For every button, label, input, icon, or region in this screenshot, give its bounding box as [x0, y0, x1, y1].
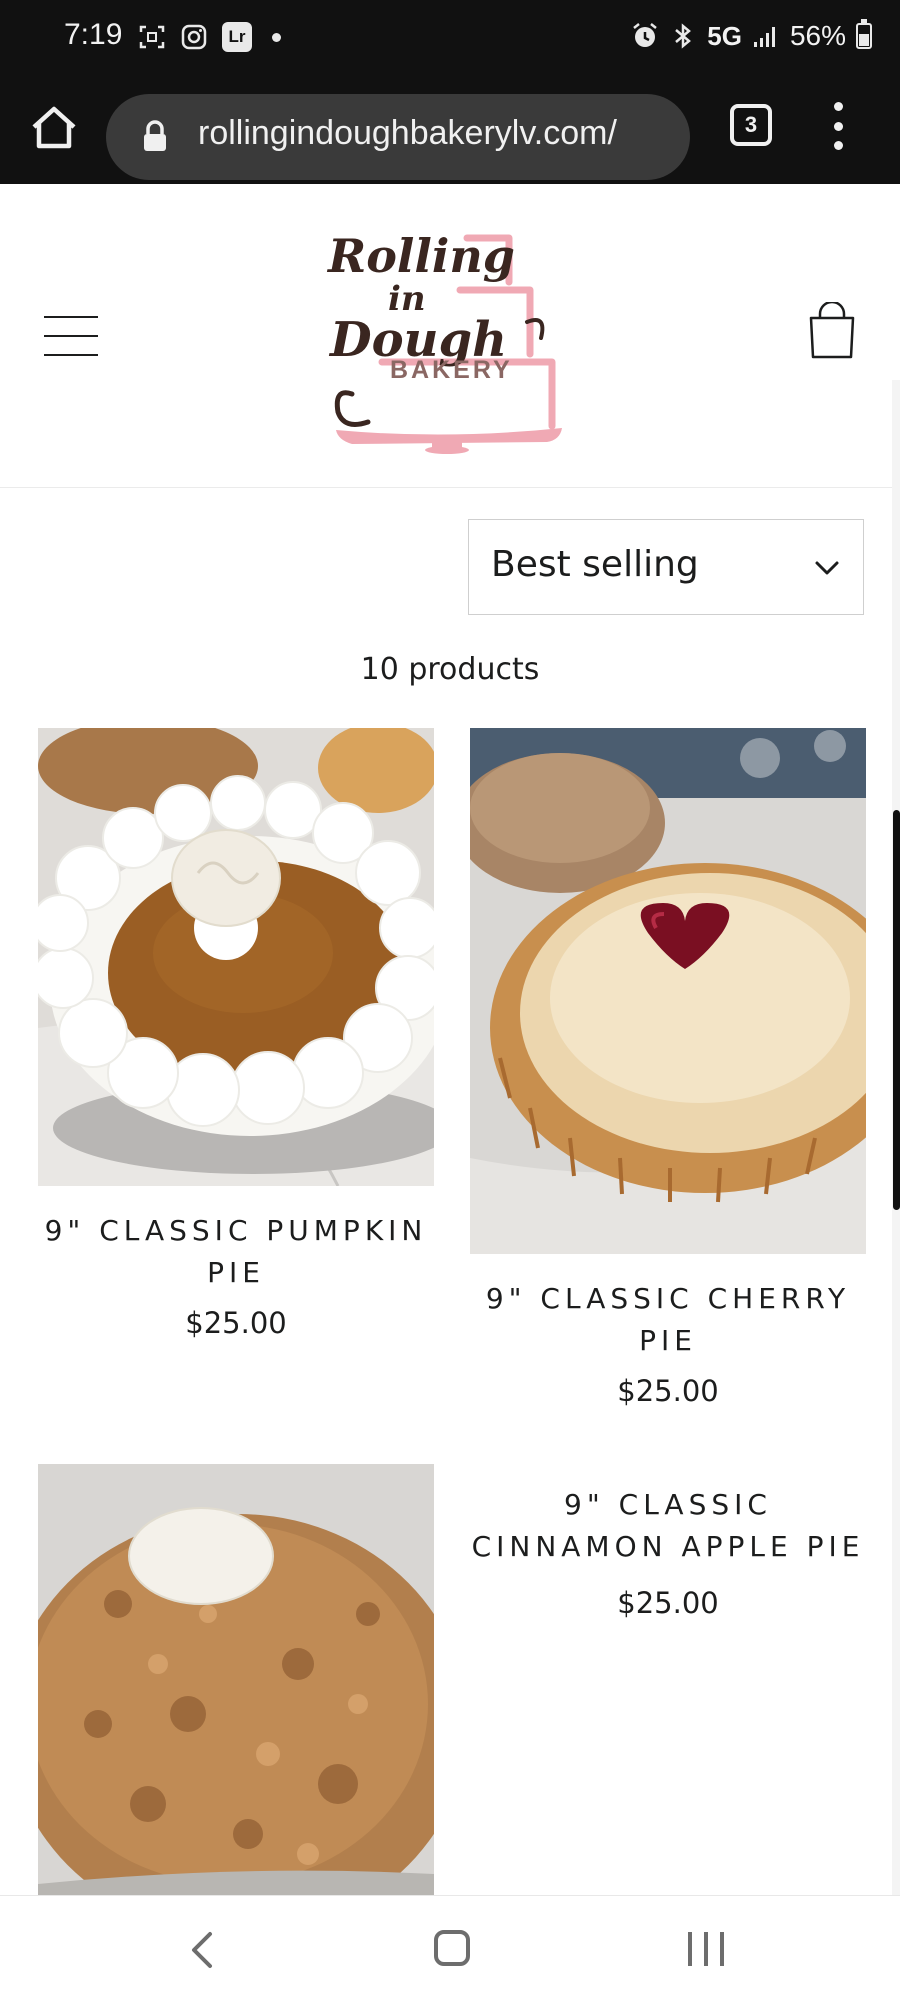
- browser-home-button[interactable]: [26, 100, 82, 156]
- browser-menu-button[interactable]: [822, 102, 854, 150]
- sort-selected-label: Best selling: [491, 544, 699, 585]
- shopping-bag-icon[interactable]: [806, 300, 858, 360]
- bakery-logo[interactable]: Rolling in Dough BAKERY: [322, 218, 572, 454]
- lightroom-icon: Lr: [222, 22, 252, 52]
- product-card[interactable]: [38, 1464, 434, 1895]
- notification-dot-icon: [272, 32, 281, 42]
- product-image-cinnamon-apple-pie[interactable]: [38, 1464, 434, 1895]
- site-header: Rolling in Dough BAKERY: [0, 184, 900, 488]
- browser-toolbar: rollingindoughbakerylv.com/ 3: [0, 76, 900, 184]
- product-price: $25.00: [617, 1374, 719, 1408]
- bluetooth-icon: [669, 22, 697, 50]
- menu-dot-icon: [833, 141, 843, 150]
- tab-switcher-button[interactable]: 3: [730, 104, 772, 146]
- status-system-icons: 5G 56%: [631, 19, 872, 52]
- product-title[interactable]: 9" CLASSIC CHERRY PIE: [470, 1278, 866, 1362]
- status-time: 7:19: [64, 18, 123, 51]
- product-title[interactable]: 9" CLASSIC CINNAMON APPLE PIE: [470, 1484, 866, 1568]
- instagram-icon: [180, 23, 208, 51]
- product-card[interactable]: 9" CLASSIC PUMPKIN PIE $25.00: [38, 728, 434, 1348]
- status-notification-icons: Lr: [138, 22, 281, 52]
- screenshot-icon: [138, 23, 166, 51]
- alarm-icon: [631, 22, 659, 50]
- hamburger-menu-icon[interactable]: [44, 316, 98, 356]
- battery-icon: [856, 19, 872, 49]
- address-bar[interactable]: rollingindoughbakerylv.com/: [106, 94, 690, 180]
- chevron-down-icon: [813, 554, 841, 582]
- product-image-cherry-pie[interactable]: [470, 728, 866, 1254]
- status-bar: 7:19 Lr 5G 56%: [0, 0, 900, 76]
- url-text: rollingindoughbakerylv.com/: [198, 114, 617, 152]
- menu-dot-icon: [833, 121, 843, 131]
- product-image-pumpkin-pie[interactable]: [38, 728, 434, 1186]
- home-icon[interactable]: [434, 1930, 470, 1966]
- product-price: $25.00: [185, 1306, 287, 1340]
- recent-apps-icon[interactable]: [688, 1932, 724, 1966]
- product-card[interactable]: 9" CLASSIC CHERRY PIE $25.00: [470, 728, 866, 1418]
- signal-icon: [752, 22, 780, 50]
- logo-bakery-text: BAKERY: [390, 356, 513, 384]
- product-count: 10 products: [360, 652, 540, 687]
- product-title[interactable]: 9" CLASSIC PUMPKIN PIE: [38, 1210, 434, 1294]
- battery-percent: 56%: [789, 20, 846, 51]
- product-card[interactable]: 9" CLASSIC CINNAMON APPLE PIE $25.00: [470, 1464, 866, 1634]
- lock-icon: [142, 120, 168, 152]
- page-scrollbar-thumb[interactable]: [893, 810, 900, 1210]
- product-price: $25.00: [617, 1586, 719, 1620]
- svg-text:Rolling: Rolling: [326, 229, 515, 283]
- network-type: 5G: [707, 20, 742, 51]
- back-icon[interactable]: [186, 1930, 216, 1970]
- android-navigation-bar: [0, 1895, 900, 2000]
- sort-dropdown[interactable]: Best selling: [468, 519, 864, 615]
- menu-dot-icon: [833, 102, 843, 111]
